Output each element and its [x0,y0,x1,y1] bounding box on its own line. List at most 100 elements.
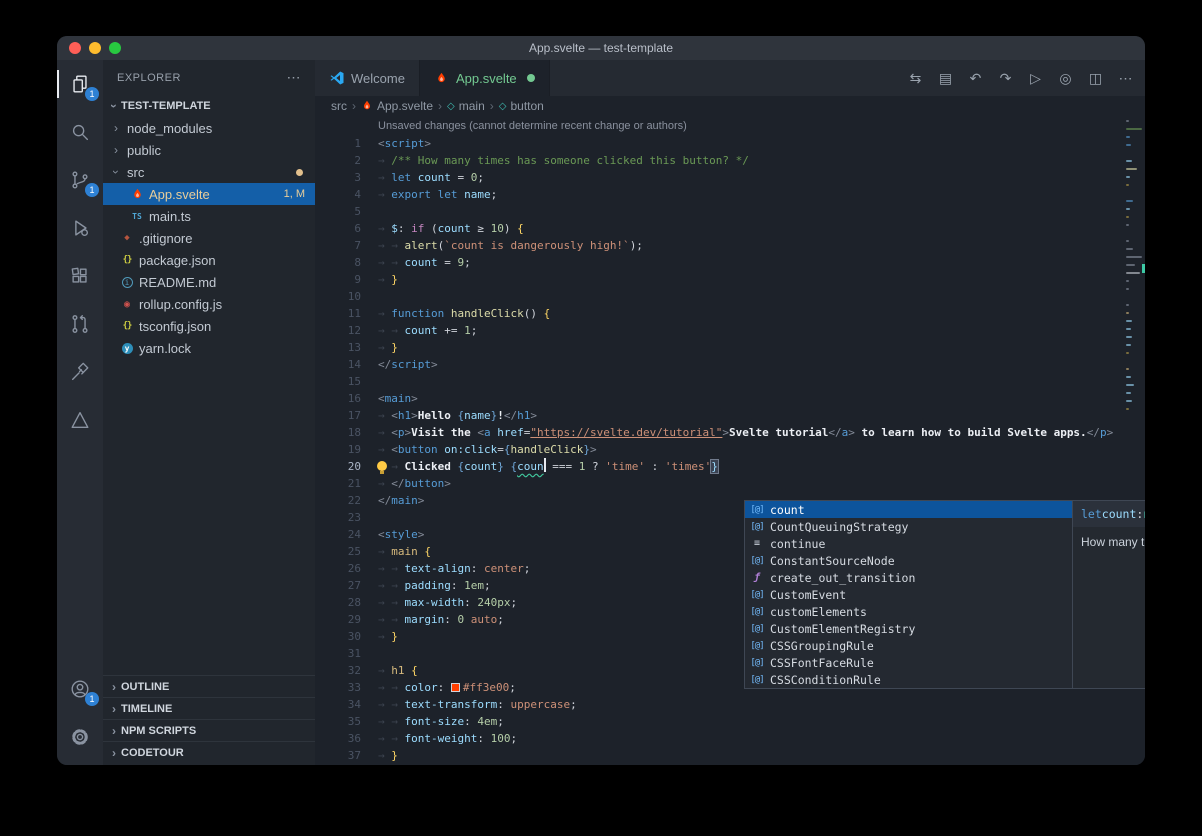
breadcrumb-separator: › [490,99,494,113]
tree-item-public[interactable]: ›public [103,139,315,161]
tree-item-src[interactable]: ›src [103,161,315,183]
breadcrumb-main[interactable]: ◇main [447,99,485,113]
line-number: 33 [315,679,361,696]
code-line-7[interactable]: 7→ → alert(`count is dangerously high!`)… [315,237,1123,254]
code-line-17[interactable]: 17→ <h1>Hello {name}!</h1> [315,407,1123,424]
code-line-11[interactable]: 11→ function handleClick() { [315,305,1123,322]
code-line-10[interactable]: 10 [315,288,1123,305]
code-line-34[interactable]: 34→ → text-transform: uppercase; [315,696,1123,713]
more-actions-icon[interactable]: ⋯ [1112,65,1139,91]
tree-item-gitignore[interactable]: ◆ .gitignore [103,227,315,249]
breadcrumb-src[interactable]: src [331,99,347,113]
tree-item-rollup-config-js[interactable]: ◉rollup.config.js [103,293,315,315]
more-actions-icon[interactable]: ⋯ [287,69,302,86]
panel-outline[interactable]: ›OUTLINE [103,675,315,697]
suggestion-constantsourcenode[interactable]: [@]ConstantSourceNode [745,552,1072,569]
tab-app-svelte[interactable]: App.svelte [420,60,550,96]
minimap[interactable] [1126,120,1142,416]
code-line-8[interactable]: 8→ → count = 9; [315,254,1123,271]
tree-item-package-json[interactable]: {}package.json [103,249,315,271]
titlebar[interactable]: App.svelte — test-template [57,36,1145,60]
split-editor-icon[interactable]: ◫ [1082,65,1109,91]
code-line-1[interactable]: 1<script> [315,135,1123,152]
tree-item-app-svelte[interactable]: App.svelte1, M [103,183,315,205]
suggestion-cssgroupingrule[interactable]: [@]CSSGroupingRule [745,637,1072,654]
line-number: 14 [315,356,361,373]
code-line-14[interactable]: 14</script> [315,356,1123,373]
breadcrumb-app-svelte[interactable]: App.svelte [361,99,433,113]
git-file-icon: ◆ [119,233,135,243]
code-line-36[interactable]: 36→ → font-weight: 100; [315,730,1123,747]
suggestion-customelementregistry[interactable]: [@]CustomElementRegistry [745,620,1072,637]
tree-item-readme-md[interactable]: iREADME.md [103,271,315,293]
suggestion-label: CSSConditionRule [770,673,881,687]
panel-label: NPM SCRIPTS [121,725,196,737]
code-line-12[interactable]: 12→ → count += 1; [315,322,1123,339]
chevron-right-icon: › [107,724,121,738]
code-line-5[interactable]: 5 [315,203,1123,220]
activity-explorer[interactable]: 1 [57,60,103,108]
code-line-18[interactable]: 18→ <p>Visit the <a href="https://svelte… [315,424,1123,441]
code-line-19[interactable]: 19→ <button on:click={handleClick}> [315,441,1123,458]
line-number: 10 [315,288,361,305]
code-line-20[interactable]: 20→ → Clicked {count} {coun === 1 ? 'tim… [315,458,1123,475]
code-line-37[interactable]: 37→ } [315,747,1123,764]
tree-item-tsconfig-json[interactable]: {}tsconfig.json [103,315,315,337]
activity-extensions[interactable] [57,252,103,300]
suggestion-count[interactable]: [@]count [745,501,1072,518]
previous-change-icon[interactable]: ↶ [962,65,989,91]
suggestion-countqueuingstrategy[interactable]: [@]CountQueuingStrategy [745,518,1072,535]
activity-azure[interactable] [57,396,103,444]
line-number: 17 [315,407,361,424]
activity-bar: 1 1 1 [57,60,103,765]
symbol-keyword-icon: ≡ [749,538,765,549]
activity-settings[interactable] [57,713,103,761]
panel-timeline[interactable]: ›TIMELINE [103,697,315,719]
tree-item-label: .gitignore [139,231,192,246]
code-line-4[interactable]: 4→ export let name; [315,186,1123,203]
code-line-9[interactable]: 9→ } [315,271,1123,288]
suggestion-customevent[interactable]: [@]CustomEvent [745,586,1072,603]
workspace-root-label: TEST-TEMPLATE [121,100,211,112]
yarn-file-icon: y [119,343,135,354]
tree-item-main-ts[interactable]: TSmain.ts [103,205,315,227]
activity-accounts[interactable]: 1 [57,665,103,713]
code-line-15[interactable]: 15 [315,373,1123,390]
activity-run-debug[interactable] [57,204,103,252]
editor-actions: ⇆▤↶↷▷◎◫⋯ [902,60,1139,96]
tree-item-yarn-lock[interactable]: yyarn.lock [103,337,315,359]
suggestion-cssfontfacerule[interactable]: [@]CSSFontFaceRule [745,654,1072,671]
minimize-window-button[interactable] [89,42,101,54]
timeline-icon[interactable]: ◎ [1052,65,1079,91]
code-line-2[interactable]: 2→ /** How many times has someone clicke… [315,152,1123,169]
code-line-35[interactable]: 35→ → font-size: 4em; [315,713,1123,730]
remote-icon [69,361,91,383]
breadcrumb-button[interactable]: ◇button [499,99,544,113]
next-change-icon[interactable]: ↷ [992,65,1019,91]
run-icon[interactable]: ▷ [1022,65,1049,91]
suggestion-cssconditionrule[interactable]: [@]CSSConditionRule [745,671,1072,688]
code-line-13[interactable]: 13→ } [315,339,1123,356]
panel-codetour[interactable]: ›CODETOUR [103,741,315,763]
suggestion-customelements[interactable]: [@]customElements [745,603,1072,620]
lightbulb-icon[interactable] [377,461,387,471]
activity-source-control[interactable]: 1 [57,156,103,204]
suggestion-continue[interactable]: ≡continue [745,535,1072,552]
code-line-3[interactable]: 3→ let count = 0; [315,169,1123,186]
activity-github-pr[interactable] [57,300,103,348]
tab-welcome[interactable]: Welcome [315,60,420,96]
open-file-icon[interactable]: ▤ [932,65,959,91]
code-line-6[interactable]: 6→ $: if (count ≥ 10) { [315,220,1123,237]
activity-remote[interactable] [57,348,103,396]
workspace-root[interactable]: › TEST-TEMPLATE [103,95,315,117]
open-changes-icon[interactable]: ⇆ [902,65,929,91]
panel-npm-scripts[interactable]: ›NPM SCRIPTS [103,719,315,741]
activity-search[interactable] [57,108,103,156]
close-window-button[interactable] [69,42,81,54]
code-line-16[interactable]: 16<main> [315,390,1123,407]
code-line-21[interactable]: 21→ </button> [315,475,1123,492]
zoom-window-button[interactable] [109,42,121,54]
tree-item-node-modules[interactable]: ›node_modules [103,117,315,139]
line-number: 7 [315,237,361,254]
suggestion-create-out-transition[interactable]: ƒcreate_out_transition [745,569,1072,586]
